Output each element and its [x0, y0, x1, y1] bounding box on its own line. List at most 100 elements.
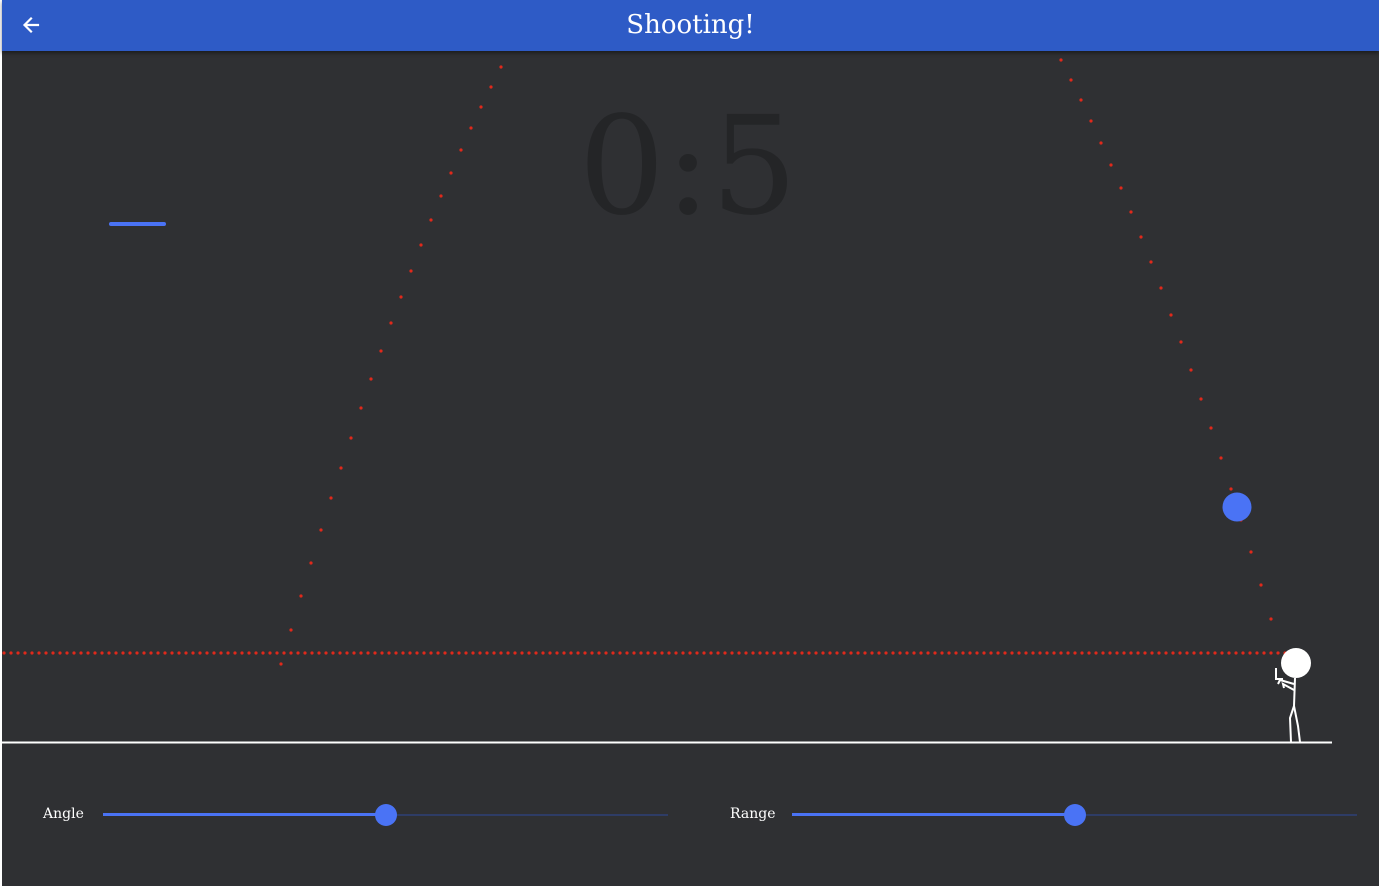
trajectory-dot: [107, 651, 111, 655]
trajectory-dot: [695, 651, 699, 655]
trajectory-dot: [16, 651, 20, 655]
trajectory-dot: [1234, 651, 1238, 655]
range-slider[interactable]: [792, 804, 1357, 826]
trajectory-dot: [709, 651, 713, 655]
trajectory-dot: [1220, 651, 1224, 655]
app-bar: Shooting!: [2, 0, 1379, 51]
angle-slider-fill: [103, 813, 386, 816]
trajectory-dot: [369, 377, 373, 381]
trajectory-dot: [379, 349, 383, 353]
trajectory-dot: [625, 651, 629, 655]
trajectory-dot: [366, 651, 370, 655]
trajectory-right: [1059, 58, 1273, 621]
trajectory-dot: [1094, 651, 1098, 655]
trajectory-dot: [331, 651, 335, 655]
trajectory-dot: [499, 65, 503, 69]
trajectory-dot: [489, 85, 493, 89]
trajectory-dot: [163, 651, 167, 655]
trajectory-dot: [1269, 617, 1273, 621]
trajectory-dot: [419, 243, 423, 247]
trajectory-dot: [1178, 651, 1182, 655]
angle-slider[interactable]: [103, 804, 668, 826]
trajectory-dot: [730, 651, 734, 655]
trajectory-dot: [1099, 141, 1103, 145]
trajectory-dot: [212, 651, 216, 655]
trajectory-dot: [93, 651, 97, 655]
trajectory-dot: [793, 651, 797, 655]
trajectory-dot: [1059, 651, 1063, 655]
game-screen: Shooting! 0:5 Angle Range: [0, 0, 1379, 886]
trajectory-dot: [772, 651, 776, 655]
trajectory-dot: [51, 651, 55, 655]
trajectory-dot: [436, 651, 440, 655]
trajectory-dot: [1276, 651, 1280, 655]
trajectory-dot: [394, 651, 398, 655]
trajectory-dot: [583, 651, 587, 655]
trajectory-dot: [674, 651, 678, 655]
trajectory-dot: [919, 651, 923, 655]
trajectory-dot: [329, 496, 333, 500]
trajectory-dot: [450, 651, 454, 655]
trajectory-dot: [702, 651, 706, 655]
trajectory-dot: [1122, 651, 1126, 655]
trajectory-dot: [576, 651, 580, 655]
trajectory-dot: [807, 651, 811, 655]
trajectory-dot: [459, 148, 463, 152]
trajectory-dot: [324, 651, 328, 655]
trajectory-dot: [373, 651, 377, 655]
trajectory-dot: [319, 528, 323, 532]
trajectory-dot: [1031, 651, 1035, 655]
trajectory-dot: [513, 651, 517, 655]
baseline-trajectory: [2, 651, 1287, 655]
trajectory-dot: [30, 651, 34, 655]
trajectory-dot: [399, 295, 403, 299]
trajectory-dot: [912, 651, 916, 655]
stick-figure-player: [1275, 648, 1311, 743]
trajectory-dot: [282, 651, 286, 655]
trajectory-dot: [296, 651, 300, 655]
trajectory-dot: [569, 651, 573, 655]
trajectory-dot: [688, 651, 692, 655]
trajectory-dot: [37, 651, 41, 655]
trajectory-dot: [1209, 426, 1213, 430]
trajectory-dot: [359, 651, 363, 655]
trajectory-dot: [422, 651, 426, 655]
trajectory-dot: [1189, 368, 1193, 372]
trajectory-dot: [219, 651, 223, 655]
trajectory-dot: [1059, 58, 1063, 62]
score-display: 0:5: [579, 88, 798, 246]
trajectory-dot: [299, 594, 303, 598]
trajectory-dot: [611, 651, 615, 655]
trajectory-dot: [1089, 119, 1093, 123]
trajectory-dot: [996, 651, 1000, 655]
trajectory-dot: [506, 651, 510, 655]
trajectory-dot: [1087, 651, 1091, 655]
trajectory-dot: [9, 651, 13, 655]
trajectory-dot: [191, 651, 195, 655]
trajectory-dot: [1206, 651, 1210, 655]
trajectory-dot: [520, 651, 524, 655]
trajectory-dot: [114, 651, 118, 655]
page-title: Shooting!: [626, 10, 755, 40]
trajectory-dot: [247, 651, 251, 655]
trajectory-dot: [469, 126, 473, 130]
trajectory-dot: [1143, 651, 1147, 655]
trajectory-dot: [429, 218, 433, 222]
trajectory-dot: [79, 651, 83, 655]
trajectory-dot: [449, 171, 453, 175]
trajectory-dot: [86, 651, 90, 655]
game-canvas: 0:5: [2, 58, 1332, 744]
trajectory-dot: [1101, 651, 1105, 655]
trajectory-dot: [58, 651, 62, 655]
trajectory-dot: [940, 651, 944, 655]
trajectory-dot: [541, 651, 545, 655]
trajectory-dot: [842, 651, 846, 655]
trajectory-dot: [149, 651, 153, 655]
trajectory-dot: [604, 651, 608, 655]
angle-slider-thumb[interactable]: [374, 804, 397, 826]
trajectory-left: [279, 65, 503, 666]
range-slider-thumb[interactable]: [1063, 804, 1086, 826]
trajectory-dot: [926, 651, 930, 655]
trajectory-dot: [156, 651, 160, 655]
trajectory-dot: [478, 651, 482, 655]
